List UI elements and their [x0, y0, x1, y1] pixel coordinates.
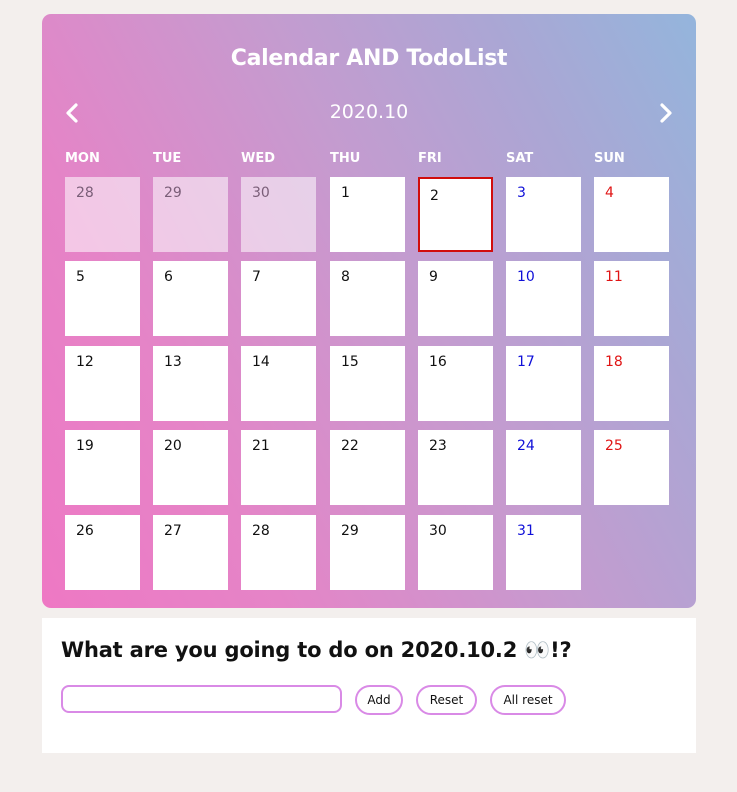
- day-cell[interactable]: 1: [330, 177, 405, 252]
- day-cell[interactable]: 6: [153, 261, 228, 336]
- day-cell[interactable]: 14: [241, 346, 316, 421]
- day-cell[interactable]: 4: [594, 177, 669, 252]
- day-cell[interactable]: 10: [506, 261, 581, 336]
- add-button[interactable]: Add: [355, 685, 403, 715]
- day-number: 11: [605, 269, 623, 285]
- app-title: Calendar AND TodoList: [230, 46, 508, 71]
- todo-heading: What are you going to do on 2020.10.2 👀!…: [61, 638, 572, 662]
- day-number: 24: [517, 438, 535, 454]
- day-cell[interactable]: 12: [65, 346, 140, 421]
- chevron-right-icon: [660, 103, 672, 123]
- day-number: 2: [430, 188, 439, 204]
- day-number: 10: [517, 269, 535, 285]
- day-cell[interactable]: 17: [506, 346, 581, 421]
- weekday-wed: WED: [241, 151, 276, 166]
- day-cell[interactable]: 25: [594, 430, 669, 505]
- day-cell[interactable]: 26: [65, 515, 140, 590]
- day-cell[interactable]: 13: [153, 346, 228, 421]
- day-cell-selected[interactable]: 2: [418, 177, 493, 252]
- day-cell[interactable]: 28: [65, 177, 140, 252]
- day-cell[interactable]: 23: [418, 430, 493, 505]
- day-number: 17: [517, 354, 535, 370]
- day-cell[interactable]: 3: [506, 177, 581, 252]
- next-month-button[interactable]: [652, 100, 678, 126]
- day-cell[interactable]: 21: [241, 430, 316, 505]
- day-cell[interactable]: 30: [241, 177, 316, 252]
- day-number: 29: [341, 523, 359, 539]
- day-number: 14: [252, 354, 270, 370]
- day-number: 22: [341, 438, 359, 454]
- day-number: 26: [76, 523, 94, 539]
- weekday-tue: TUE: [153, 151, 182, 166]
- todo-input[interactable]: [61, 685, 342, 713]
- day-cell[interactable]: 9: [418, 261, 493, 336]
- day-cell[interactable]: 31: [506, 515, 581, 590]
- day-cell[interactable]: 27: [153, 515, 228, 590]
- day-number: 23: [429, 438, 447, 454]
- weekday-fri: FRI: [418, 151, 442, 166]
- weekday-mon: MON: [65, 151, 100, 166]
- day-number: 3: [517, 185, 526, 201]
- day-cell[interactable]: 8: [330, 261, 405, 336]
- day-cell[interactable]: 30: [418, 515, 493, 590]
- day-cell[interactable]: 29: [330, 515, 405, 590]
- day-cell[interactable]: 19: [65, 430, 140, 505]
- day-cell[interactable]: 24: [506, 430, 581, 505]
- calendar-card: Calendar AND TodoList 2020.10 MON TUE WE…: [42, 14, 696, 608]
- day-number: 1: [341, 185, 350, 201]
- day-cell[interactable]: 15: [330, 346, 405, 421]
- day-number: 21: [252, 438, 270, 454]
- all-reset-button[interactable]: All reset: [490, 685, 566, 715]
- day-cell[interactable]: 16: [418, 346, 493, 421]
- day-cell[interactable]: 7: [241, 261, 316, 336]
- reset-button[interactable]: Reset: [416, 685, 477, 715]
- weekday-sat: SAT: [506, 151, 534, 166]
- day-number: 28: [76, 185, 94, 201]
- day-number: 31: [517, 523, 535, 539]
- day-number: 19: [76, 438, 94, 454]
- day-number: 28: [252, 523, 270, 539]
- day-number: 15: [341, 354, 359, 370]
- day-cell[interactable]: 18: [594, 346, 669, 421]
- day-number: 5: [76, 269, 85, 285]
- day-cell[interactable]: 11: [594, 261, 669, 336]
- day-number: 18: [605, 354, 623, 370]
- day-number: 4: [605, 185, 614, 201]
- day-number: 20: [164, 438, 182, 454]
- day-number: 8: [341, 269, 350, 285]
- day-number: 12: [76, 354, 94, 370]
- day-number: 30: [429, 523, 447, 539]
- day-cell[interactable]: 29: [153, 177, 228, 252]
- day-number: 7: [252, 269, 261, 285]
- day-number: 30: [252, 185, 270, 201]
- day-number: 27: [164, 523, 182, 539]
- weekday-sun: SUN: [594, 151, 625, 166]
- day-number: 6: [164, 269, 173, 285]
- day-number: 25: [605, 438, 623, 454]
- day-number: 9: [429, 269, 438, 285]
- day-cell[interactable]: 22: [330, 430, 405, 505]
- day-cell[interactable]: 5: [65, 261, 140, 336]
- day-cell[interactable]: 28: [241, 515, 316, 590]
- day-number: 13: [164, 354, 182, 370]
- weekday-thu: THU: [330, 151, 361, 166]
- current-month: 2020.10: [329, 101, 409, 123]
- todo-panel: What are you going to do on 2020.10.2 👀!…: [42, 618, 696, 753]
- day-number: 16: [429, 354, 447, 370]
- day-cell[interactable]: 20: [153, 430, 228, 505]
- day-number: 29: [164, 185, 182, 201]
